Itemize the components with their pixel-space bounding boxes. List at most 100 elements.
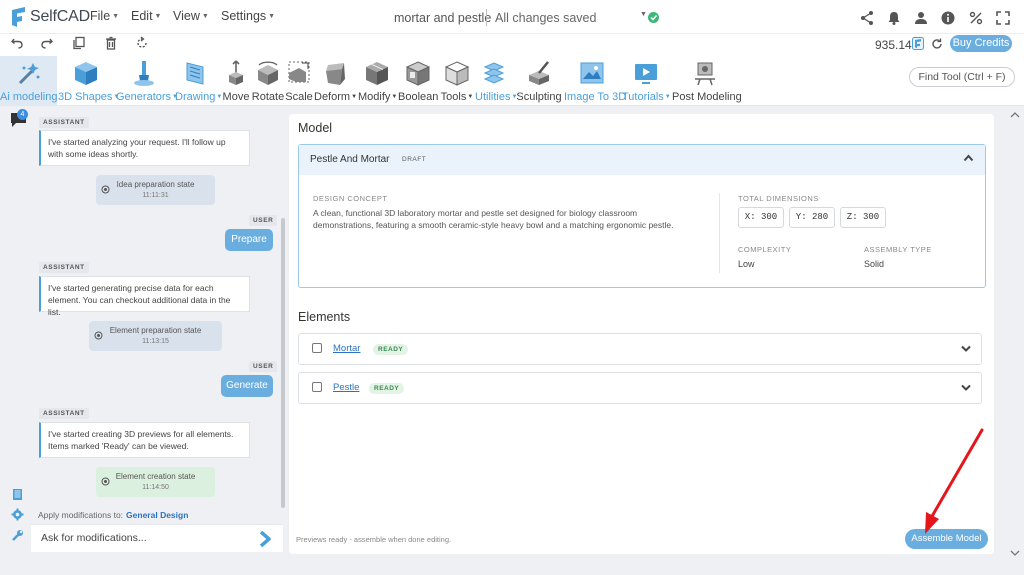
state-title: Element creation state (115, 472, 196, 481)
chevron-up-icon[interactable] (963, 154, 974, 162)
book-icon[interactable] (11, 488, 24, 501)
state-time: 11:11:31 (142, 192, 169, 199)
state-icon (101, 185, 110, 194)
modify-icon (366, 62, 388, 85)
element-name-link[interactable]: Pestle (333, 382, 359, 393)
redo-icon[interactable] (40, 36, 54, 50)
reset-icon[interactable] (135, 36, 149, 50)
role-label: ASSISTANT (39, 408, 89, 419)
dimension-y: Y: 280 (789, 207, 835, 228)
apply-modifications: Apply modifications to: General Design (38, 510, 188, 520)
notification-bell-icon[interactable] (886, 10, 902, 26)
gear-icon[interactable] (11, 508, 24, 521)
model-name: Pestle And Mortar (310, 154, 390, 165)
chat-input[interactable]: Ask for modifications... (41, 532, 147, 544)
tool-move[interactable]: Move (221, 56, 251, 106)
chevron-down-icon[interactable]: ▼ (640, 11, 647, 18)
deform-icon (326, 63, 345, 85)
element-name-link[interactable]: Mortar (333, 343, 360, 354)
tool-tools[interactable]: Tools▼ (440, 56, 474, 106)
menu-file[interactable]: File ▼ (90, 9, 119, 23)
menu-view[interactable]: View ▼ (173, 9, 209, 23)
assistant-message: I've started creating 3D previews for al… (39, 422, 250, 458)
buy-credits-button[interactable]: Buy Credits (950, 35, 1012, 52)
tool-boolean[interactable]: Boolean (398, 56, 438, 106)
chat-scrollbar[interactable] (281, 218, 285, 508)
role-label: ASSISTANT (39, 262, 89, 273)
tool-ai-modeling[interactable]: Ai modeling (0, 56, 57, 106)
tool-generators[interactable]: Generators▼ (116, 56, 178, 106)
find-tool-input[interactable]: Find Tool (Ctrl + F) (909, 67, 1015, 87)
state-title: Element preparation state (109, 326, 202, 335)
share-icon[interactable] (859, 10, 875, 26)
generator-icon (134, 61, 154, 86)
tool-drawing[interactable]: Drawing▼ (175, 56, 222, 106)
model-heading: Model (298, 121, 333, 135)
tool-post-modeling[interactable]: Post Modeling (672, 56, 742, 106)
undo-icon[interactable] (10, 36, 24, 50)
tool-sculpting[interactable]: Sculpting (516, 56, 562, 106)
rotate-icon (258, 61, 278, 85)
check-icon (648, 12, 659, 23)
tools-icon (444, 61, 470, 86)
state-card: Element creation state 11:14:50 (96, 467, 215, 497)
selfcad-logo-icon (12, 7, 25, 27)
apply-target-link[interactable]: General Design (126, 510, 188, 520)
state-time: 11:13:15 (142, 338, 169, 345)
user-profile-icon[interactable] (913, 10, 929, 26)
tool-modify[interactable]: Modify▼ (358, 56, 397, 106)
role-label: USER (249, 215, 278, 226)
post-modeling-icon (695, 62, 715, 86)
tutorial-video-icon (635, 64, 657, 84)
utilities-icon (483, 62, 505, 84)
refresh-icon[interactable] (931, 38, 943, 50)
chevron-down-icon[interactable] (961, 384, 971, 391)
state-icon (101, 477, 110, 486)
sculpting-icon (529, 61, 549, 85)
state-time: 11:14:50 (142, 484, 169, 491)
percent-icon[interactable] (968, 10, 984, 26)
app-logo[interactable]: SelfCAD (10, 6, 90, 28)
role-label: USER (249, 361, 278, 372)
design-concept-text: A clean, functional 3D laboratory mortar… (313, 208, 674, 230)
ready-badge: READY (369, 383, 405, 394)
image-icon (580, 62, 604, 84)
credits-icon (912, 37, 924, 50)
copy-icon[interactable] (72, 36, 86, 50)
wrench-icon[interactable] (11, 529, 24, 542)
send-arrow-icon[interactable] (258, 531, 272, 547)
element-checkbox[interactable] (312, 382, 322, 392)
page-scrollbar[interactable] (1009, 109, 1021, 559)
chevron-down-icon[interactable] (961, 345, 971, 352)
document-title[interactable]: mortar and pestle (394, 11, 491, 25)
menu-edit[interactable]: Edit ▼ (131, 9, 161, 23)
complexity-value: Low (738, 259, 755, 269)
app-name: SelfCAD (30, 8, 90, 25)
element-checkbox[interactable] (312, 343, 322, 353)
save-status: All changes saved (495, 11, 597, 25)
tool-utilities[interactable]: Utilities▼ (475, 56, 517, 106)
credit-balance: 935.14 (875, 38, 912, 52)
dimensions-label: TOTAL DIMENSIONS (738, 194, 819, 203)
apply-label: Apply modifications to: (38, 510, 124, 520)
state-icon (94, 331, 103, 340)
fullscreen-icon[interactable] (995, 10, 1011, 26)
dimension-x: X: 300 (738, 207, 784, 228)
state-title: Idea preparation state (116, 180, 195, 189)
tool-scale[interactable]: Scale (285, 56, 313, 106)
divider (719, 193, 720, 273)
state-card: Idea preparation state 11:11:31 (96, 175, 215, 205)
delete-icon[interactable] (104, 36, 118, 50)
tool-deform[interactable]: Deform▼ (314, 56, 357, 106)
chat-thread[interactable]: ASSISTANT I've started analyzing your re… (31, 112, 279, 514)
tool-3d-shapes[interactable]: 3D Shapes▼ (58, 56, 119, 106)
design-concept-label: DESIGN CONCEPT (313, 194, 388, 203)
tool-rotate[interactable]: Rotate (251, 56, 285, 106)
chat-badge-count: 4 (17, 109, 28, 120)
tool-tutorials[interactable]: Tutorials▼ (622, 56, 671, 106)
tool-image-to-3d[interactable]: Image To 3D (564, 56, 626, 106)
elements-heading: Elements (298, 310, 351, 324)
info-icon[interactable] (940, 10, 956, 26)
cube-icon (75, 62, 97, 85)
menu-settings[interactable]: Settings ▼ (221, 9, 275, 23)
